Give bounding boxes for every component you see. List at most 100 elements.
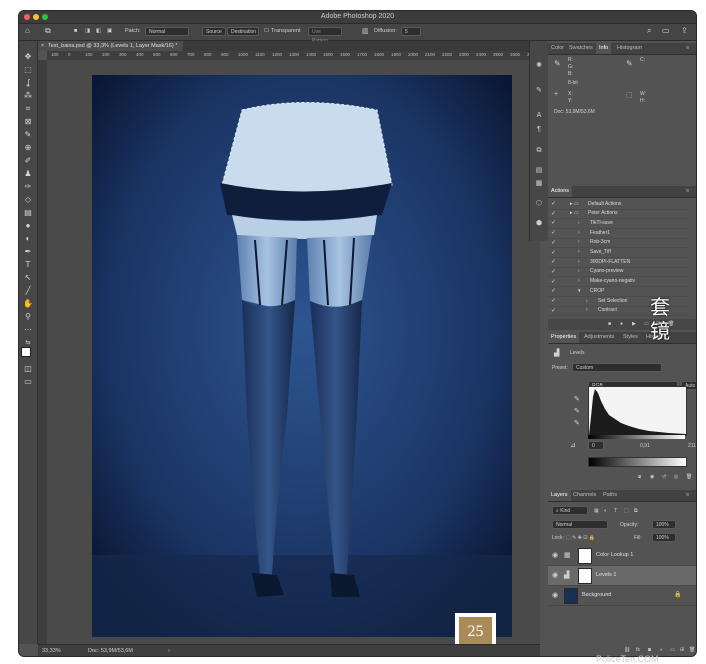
history-brush-tool-icon[interactable]: ✑ [22,181,34,192]
tab-paths[interactable]: Paths [600,490,620,501]
folder-icon[interactable]: ▸ ▭ [570,201,579,207]
action-check-icon[interactable]: ✓ [551,229,556,236]
visibility-icon[interactable]: ◎ [674,474,678,480]
tab-actions[interactable]: Actions [548,186,573,197]
clip-to-layer-icon[interactable]: ⧈ [638,474,641,480]
tab-info[interactable]: Info [596,43,612,54]
input-gray-value[interactable]: 0,91 [640,443,650,449]
canvas-area[interactable]: 25 [47,60,540,651]
patch-tool-icon[interactable]: ⧉ [45,26,51,36]
layer-mask-thumbnail[interactable] [578,568,592,584]
crop-tool-icon[interactable]: ⌗ [22,103,34,114]
play-icon[interactable]: ▶ [632,321,636,327]
tab-styles[interactable]: Styles [620,332,641,343]
filter-type-icon[interactable]: T [614,508,617,514]
new-group-icon[interactable]: ▭ [670,647,675,653]
blur-tool-icon[interactable]: ● [22,220,34,231]
quick-mask-icon[interactable]: ◫ [22,363,34,374]
panel-menu-icon[interactable]: ≡ [683,43,692,54]
delete-layer-icon[interactable]: 🗑 [689,647,695,653]
use-pattern-button[interactable]: Use Pattern [308,27,342,44]
pen-tool-icon[interactable]: ✒ [22,246,34,257]
dodge-tool-icon[interactable]: ◐ [22,233,34,244]
input-levels-slider[interactable] [588,435,685,439]
navigator-panel-icon[interactable]: ⬢ [534,219,544,229]
source-button[interactable]: Source [202,27,226,36]
lasso-tool-icon[interactable]: ʆ [22,77,34,88]
layer-filter-select[interactable]: ⌕ Kind [552,506,588,515]
search-icon[interactable]: ⌕ [647,26,651,36]
expand-arrow-icon[interactable]: › [578,249,580,255]
add-selection-icon[interactable]: ◨ [85,28,90,34]
clone-stamp-tool-icon[interactable]: ♟ [22,168,34,179]
blend-mode-select[interactable]: Normal [552,520,608,529]
expand-arrow-icon[interactable]: › [578,268,580,274]
subtract-selection-icon[interactable]: ◧ [96,28,101,34]
filter-shape-icon[interactable]: ⬚ [624,508,629,514]
tab-properties[interactable]: Properties [548,332,580,343]
tab-close-icon[interactable]: × [41,41,44,51]
clone-source-panel-icon[interactable]: ⧉ [534,146,544,156]
expand-arrow-icon[interactable]: › [578,220,580,226]
intersect-selection-icon[interactable]: ▣ [107,28,112,34]
tab-swatches[interactable]: Swatches [566,43,596,54]
shape-tool-icon[interactable]: ╱ [22,285,34,296]
view-previous-icon[interactable]: ◉ [650,474,654,480]
color-panel-icon[interactable]: ✺ [534,61,544,71]
move-tool-icon[interactable]: ✥ [22,51,34,62]
pattern-icon[interactable]: ▥ [362,27,369,35]
character-panel-icon[interactable]: A [534,111,544,121]
layer-name[interactable]: Levels 1 [596,572,617,578]
frame-tool-icon[interactable]: ⊠ [22,116,34,127]
expand-arrow-icon[interactable]: › [578,278,580,284]
levels-adjustment-icon[interactable]: ▟ [564,571,569,579]
tab-layers[interactable]: Layers [548,490,571,501]
expand-arrow-icon[interactable]: › [578,230,580,236]
action-check-icon[interactable]: ✓ [551,278,556,285]
input-white-value[interactable]: 211 [688,443,696,449]
layer-style-icon[interactable]: fx [636,647,640,653]
opacity-field[interactable]: 100% [652,520,676,529]
new-adjustment-icon[interactable]: ◐ [660,647,663,653]
layer-row[interactable]: ◉ ▟ Levels 1 [548,566,696,586]
expand-arrow-icon[interactable]: › [578,259,580,265]
eraser-tool-icon[interactable]: ◇ [22,194,34,205]
action-check-icon[interactable]: ✓ [551,249,556,256]
layers-menu-icon[interactable]: ≡ [683,490,692,501]
healing-brush-tool-icon[interactable]: ⊕ [22,142,34,153]
library-panel-icon[interactable]: ▤ [534,166,544,176]
action-check-icon[interactable]: ✓ [551,239,556,246]
eye-icon[interactable]: ◉ [552,591,558,599]
tab-adjustments[interactable]: Adjustments [581,332,617,343]
new-layer-icon[interactable]: ⊞ [680,647,684,653]
add-mask-icon[interactable]: ◙ [648,647,651,653]
white-point-eyedropper-icon[interactable]: ✎ [574,419,580,427]
filter-pixel-icon[interactable]: ▦ [594,508,599,514]
stop-icon[interactable]: ■ [608,321,611,327]
reset-icon[interactable]: ↺ [662,474,666,480]
new-selection-icon[interactable]: ■ [74,28,77,34]
action-check-icon[interactable]: ✓ [551,210,556,217]
type-tool-icon[interactable]: T [22,259,34,270]
screen-mode-icon[interactable]: ▭ [22,376,34,387]
gray-point-eyedropper-icon[interactable]: ✎ [574,407,580,415]
black-point-eyedropper-icon[interactable]: ✎ [574,395,580,403]
layer-name[interactable]: Background [582,592,611,598]
lock-icons[interactable]: ⬚ ✎ ✥ ⊡ 🔒 [566,535,595,541]
destination-button[interactable]: Destination [227,27,259,36]
expand-arrow-icon[interactable]: ▾ [578,288,581,294]
layer-row[interactable]: ◉ ▦ Color Lookup 1 [548,546,696,566]
eyedropper-tool-icon[interactable]: ✎ [22,129,34,140]
document-tab[interactable]: × Test_baixa.psd @ 33,3% (Levels 1, Laye… [38,41,184,51]
link-layers-icon[interactable]: ⛓ [624,647,630,653]
action-check-icon[interactable]: ✓ [551,219,556,226]
expand-arrow-icon[interactable]: › [586,298,588,304]
foreground-color-swatch[interactable] [21,347,31,357]
patch-mode-select[interactable]: Normal [145,27,189,36]
layer-name[interactable]: Color Lookup 1 [596,552,633,558]
tab-channels[interactable]: Channels [570,490,599,501]
brush-tool-icon[interactable]: ✐ [22,155,34,166]
zoom-tool-icon[interactable]: ⚲ [22,311,34,322]
home-icon[interactable]: ⌂ [25,26,30,35]
actions-menu-icon[interactable]: ≡ [683,186,692,197]
